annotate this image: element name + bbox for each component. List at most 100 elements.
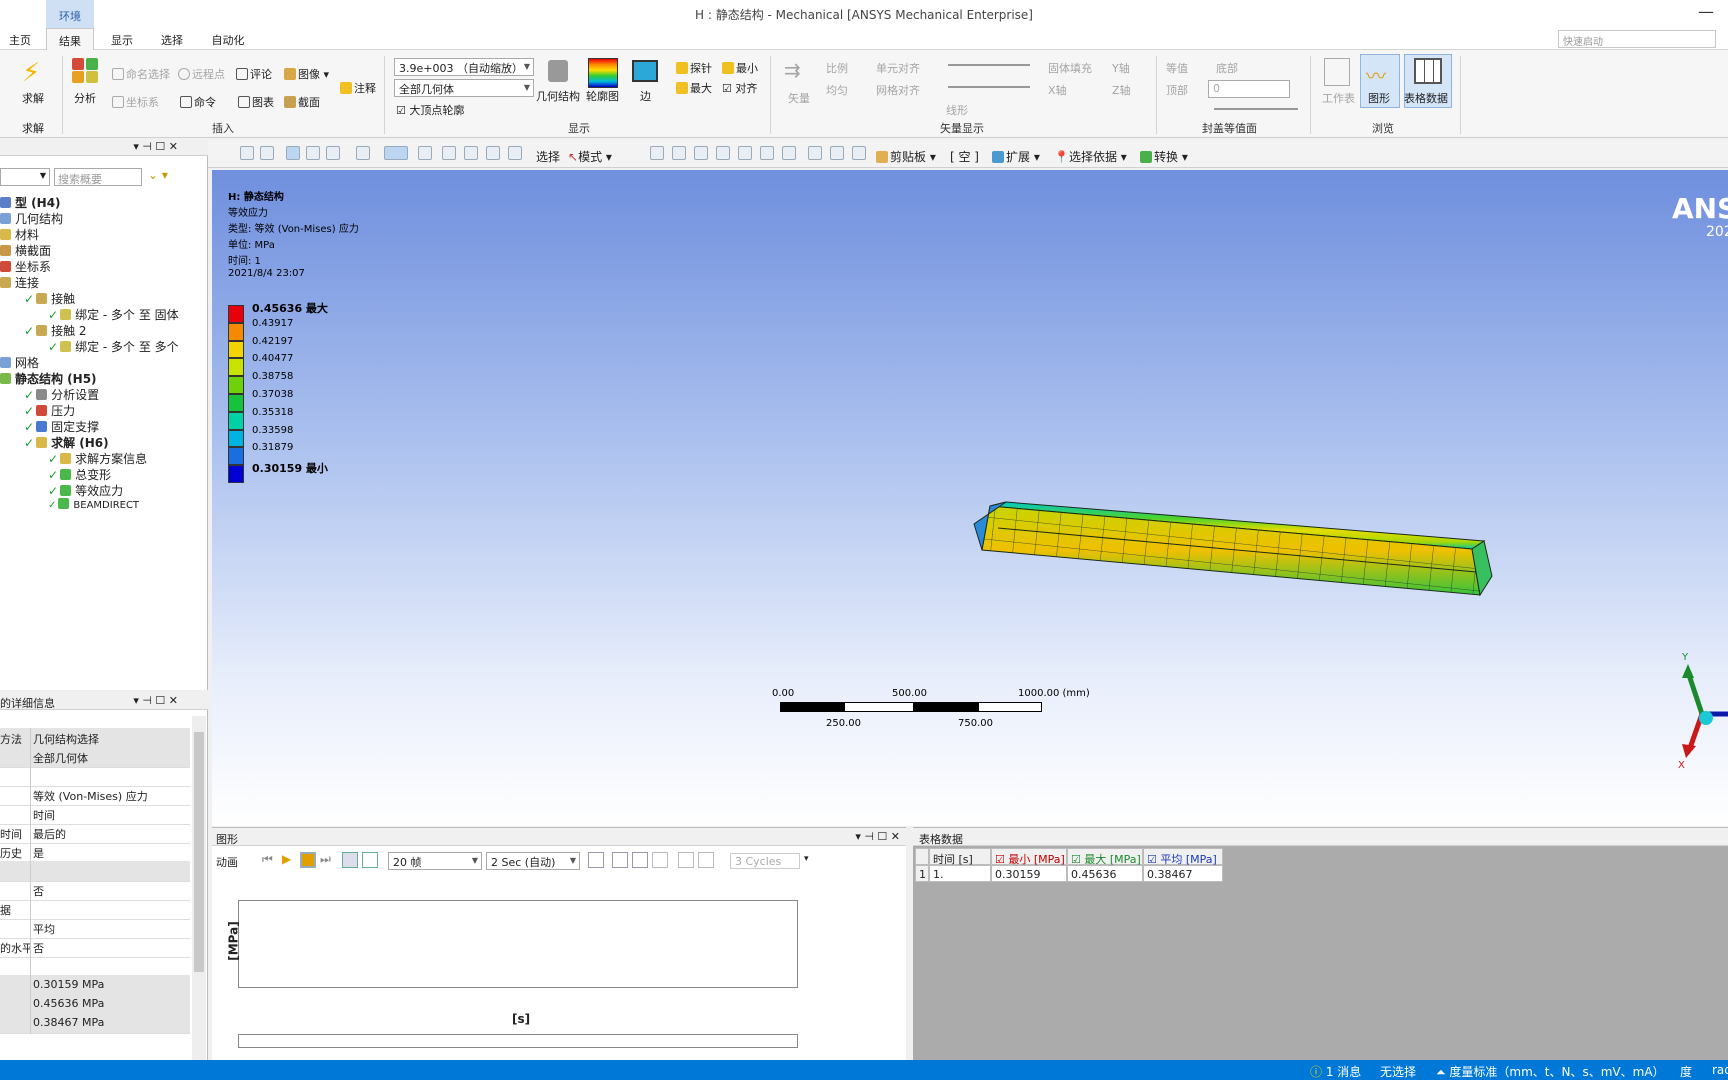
tree-node[interactable]: ✓ 绑定 - 多个 至 多个	[48, 338, 179, 355]
graph-plot-area[interactable]	[238, 900, 798, 988]
outline-filter-select[interactable]: ▼	[0, 168, 50, 186]
tree-node[interactable]: ✓ 固定支撑	[24, 418, 99, 435]
column-header-time[interactable]: 时间 [s]	[929, 848, 991, 866]
select-by-button[interactable]: 📍选择依据 ▾	[1054, 148, 1127, 165]
timeline-bar[interactable]	[238, 1034, 798, 1048]
details-row[interactable]: 0.38467 MPa	[0, 1013, 190, 1034]
details-row[interactable]: 据	[0, 899, 190, 920]
bottom-button[interactable]: 底部	[1216, 60, 1238, 76]
details-row[interactable]: 方法 几何结构选择	[0, 728, 190, 749]
cell-max[interactable]: 0.45636	[1067, 865, 1143, 882]
tree-node[interactable]: 横截面	[0, 242, 51, 259]
zoom-box-icon[interactable]	[464, 146, 478, 160]
cell-avg[interactable]: 0.38467	[1143, 865, 1223, 882]
tree-node[interactable]: 连接	[0, 274, 39, 291]
capping-value-input[interactable]: 0	[1208, 80, 1290, 98]
panel-controls[interactable]: ▾ ⊣ ☐ ✕	[855, 830, 900, 843]
details-row[interactable]: 等效 (Von-Mises) 应力	[0, 785, 190, 806]
geometry-scope-select[interactable]: 全部几何体 ▼	[394, 79, 534, 97]
geometry-display-button[interactable]: 几何结构	[536, 88, 580, 104]
vector-button[interactable]: 矢量	[788, 90, 810, 106]
tree-node[interactable]: ✓ 绑定 - 多个 至 固体	[48, 306, 179, 323]
analyze-button[interactable]: 分析	[74, 90, 96, 106]
probe-icon[interactable]	[830, 146, 844, 160]
maximum-button[interactable]: 最大	[676, 80, 712, 96]
tree-node[interactable]: 网格	[0, 354, 39, 371]
select-node-icon[interactable]	[738, 146, 752, 160]
cycles-select[interactable]: 3 Cycles	[730, 853, 800, 869]
messages-status[interactable]: ⓘ 1 消息	[1310, 1063, 1361, 1080]
select-body-icon[interactable]	[716, 146, 730, 160]
tab-automation[interactable]: 自动化	[208, 28, 248, 50]
filter-chevron-icon[interactable]: ⌄ ▾	[148, 168, 168, 182]
graphics-viewport[interactable]: H: 静态结构 等效应力 类型: 等效 (Von-Mises) 应力 单位: MPa 时…	[212, 170, 1728, 826]
solve-button[interactable]: 求解	[22, 90, 44, 106]
tree-node[interactable]: 型 (H4)	[0, 194, 61, 211]
tree-node[interactable]: ✓ BEAMDIRECT	[48, 498, 139, 511]
pan-icon[interactable]	[418, 146, 432, 160]
section-button[interactable]: 截面	[284, 94, 320, 110]
select-button[interactable]: 选择	[536, 148, 560, 165]
box-select-icon[interactable]	[356, 146, 370, 160]
comment-button[interactable]: 评论	[236, 66, 272, 82]
column-header-avg[interactable]: ☑ 平均 [MPa]	[1143, 848, 1223, 866]
distributed-frames-icon[interactable]	[342, 852, 358, 868]
z-axis-button[interactable]: Z轴	[1112, 82, 1131, 98]
panel-controls[interactable]: ▾ ⊣ ☐ ✕	[133, 140, 178, 153]
select-vertex-icon[interactable]	[650, 146, 664, 160]
previous-frame-icon[interactable]: ⏮	[262, 852, 273, 867]
line-form-button[interactable]: 线形	[946, 102, 968, 118]
details-row[interactable]: 的水平否	[0, 937, 190, 958]
rad-unit-status[interactable]: rad	[1712, 1063, 1728, 1077]
mode-button[interactable]: ↖模式 ▾	[568, 148, 612, 165]
cycles-dropdown-icon[interactable]: ▾	[804, 854, 809, 864]
zoom-in-icon[interactable]	[240, 146, 254, 160]
details-row[interactable]: 0.30159 MPa	[0, 975, 190, 996]
select-face-icon[interactable]	[694, 146, 708, 160]
tree-node[interactable]: ✓ 压力	[24, 402, 75, 419]
chart-view-icon[interactable]	[698, 852, 714, 868]
result-sets-icon[interactable]	[362, 852, 378, 868]
convert-button[interactable]: 转换 ▾	[1140, 148, 1188, 165]
tree-node[interactable]: ✓ 求解方案信息	[48, 450, 147, 467]
angle-unit-status[interactable]: 度	[1680, 1063, 1692, 1080]
tab-results[interactable]: 结果	[46, 28, 94, 51]
select-mesh-icon[interactable]	[782, 146, 796, 160]
tab-home[interactable]: 主页	[8, 28, 32, 50]
top-button[interactable]: 顶部	[1166, 82, 1188, 98]
select-element-icon[interactable]	[760, 146, 774, 160]
wireframe-icon[interactable]	[306, 146, 320, 160]
cell-time[interactable]: 1.	[929, 865, 991, 882]
tree-node[interactable]: ✓ 接触 2	[24, 322, 87, 339]
annotation-button[interactable]: 注释	[340, 80, 376, 96]
image-button[interactable]: 图像 ▾	[284, 66, 329, 82]
vector-length-slider[interactable]	[948, 64, 1030, 66]
magnifier-icon[interactable]	[508, 146, 522, 160]
details-row[interactable]	[0, 956, 190, 977]
zoom-out-icon[interactable]	[260, 146, 274, 160]
tree-node[interactable]: 几何结构	[0, 210, 63, 227]
tree-node[interactable]: ✓ 总变形	[48, 466, 111, 483]
clipboard-button[interactable]: 剪贴板 ▾	[876, 148, 936, 165]
command-button[interactable]: 命令	[180, 94, 216, 110]
max-contour-checkbox[interactable]: ☑ 大顶点轮廓	[396, 102, 464, 118]
details-row[interactable]: 时间	[0, 804, 190, 825]
grid-align-button[interactable]: 网格对齐	[876, 82, 920, 98]
proportional-button[interactable]: 比例	[826, 60, 848, 76]
zoom-graph-icon[interactable]	[612, 852, 628, 868]
scale-factor-select[interactable]: 3.9e+003 （自动缩放） ▼	[394, 58, 534, 76]
tree-node[interactable]: ✓ 求解 (H6)	[24, 434, 109, 451]
worksheet-button[interactable]: 工作表	[1322, 90, 1355, 106]
details-row[interactable]: 否	[0, 880, 190, 901]
x-axis-button[interactable]: X轴	[1048, 82, 1067, 98]
select-edge-icon[interactable]	[672, 146, 686, 160]
details-scrollbar[interactable]	[192, 716, 206, 1060]
tree-node[interactable]: 材料	[0, 226, 39, 243]
zoom-fit-icon[interactable]	[486, 146, 500, 160]
export-video-icon[interactable]	[588, 852, 604, 868]
panel-controls[interactable]: ▾ ⊣ ☐ ✕	[133, 694, 178, 707]
minimum-button[interactable]: 最小	[722, 60, 758, 76]
minimize-button[interactable]: —	[1698, 2, 1714, 21]
units-status[interactable]: ⏶ 度量标准（mm、t、N、s、mV、mA）	[1436, 1063, 1665, 1080]
details-row[interactable]: 历史是	[0, 842, 190, 863]
